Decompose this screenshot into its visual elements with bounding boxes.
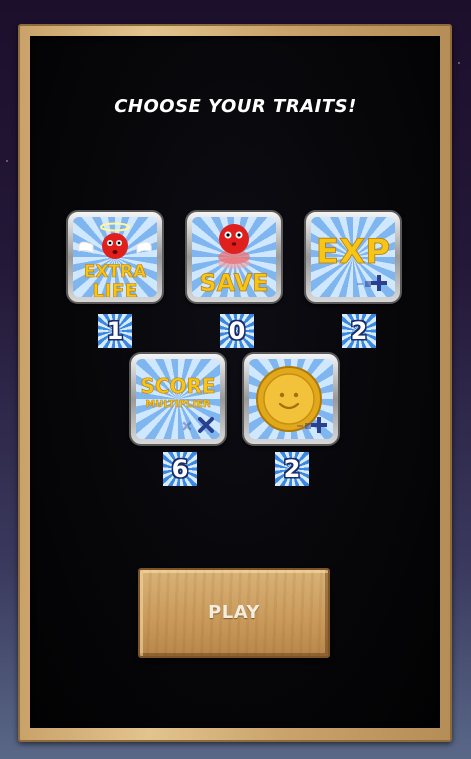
trait-coin-count: 2 — [275, 452, 309, 486]
extra-life-label-line1: EXTRA — [84, 262, 147, 282]
play-button[interactable]: PLAY — [138, 568, 330, 658]
trait-extra-life-count: 1 — [98, 314, 132, 348]
trait-exp-count: 2 — [342, 314, 376, 348]
screen-title: CHOOSE YOUR TRAITS! — [114, 96, 357, 117]
background-star — [6, 160, 8, 162]
trait-extra-life-button[interactable]: EXTRA LIFE — [66, 210, 164, 304]
save-label: SAVE — [199, 269, 268, 297]
trait-save-count: 0 — [220, 314, 254, 348]
coin-icon — [249, 359, 333, 439]
trait-score-multiplier-button[interactable]: SCORE MULTIPLIER — [129, 352, 227, 446]
trait-coin-button[interactable] — [242, 352, 340, 446]
score-multiplier-label-line2: MULTIPLIER — [145, 399, 211, 410]
save-icon: SAVE — [192, 217, 276, 297]
trait-save-button[interactable]: SAVE — [185, 210, 283, 304]
exp-label: EXP — [316, 232, 390, 272]
score-multiplier-label-line1: SCORE — [140, 374, 215, 398]
extra-life-icon: EXTRA LIFE — [73, 217, 157, 297]
background-star — [458, 62, 460, 64]
score-multiplier-icon: SCORE MULTIPLIER — [136, 359, 220, 439]
multiply-icon — [182, 417, 214, 433]
trait-exp-button[interactable]: EXP — [304, 210, 402, 304]
exp-plus-icon — [357, 275, 387, 291]
extra-life-label-line2: LIFE — [92, 280, 137, 297]
exp-icon: EXP — [311, 217, 395, 297]
trait-score-multiplier-count: 6 — [163, 452, 197, 486]
